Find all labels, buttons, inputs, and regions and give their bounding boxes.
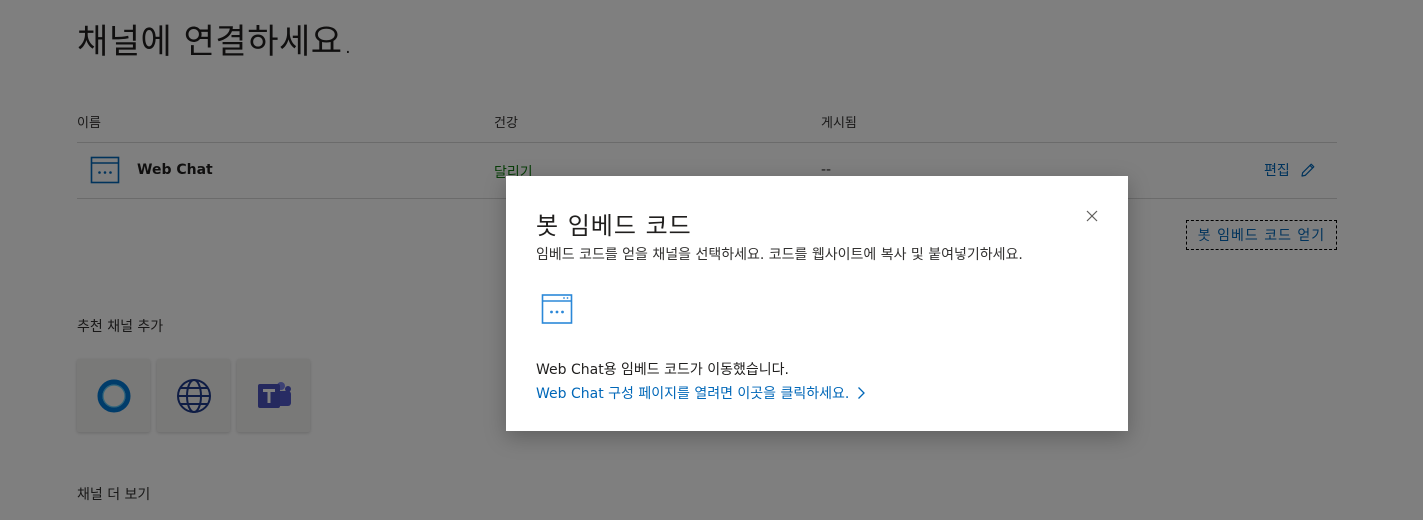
embed-moved-message: Web Chat용 임베드 코드가 이동했습니다. <box>536 362 789 378</box>
dialog-close-button[interactable] <box>1082 206 1102 226</box>
chevron-right-icon <box>858 387 866 399</box>
dialog-title: 봇 임베드 코드 <box>536 212 692 240</box>
embed-code-dialog: 봇 임베드 코드 임베드 코드를 얻을 채널을 선택하세요. 코드를 웹사이트에… <box>506 176 1128 431</box>
open-web-chat-config-link[interactable]: Web Chat 구성 페이지를 열려면 이곳을 클릭하세요. <box>536 383 866 403</box>
close-icon <box>1086 210 1098 222</box>
web-chat-config-link-text: Web Chat 구성 페이지를 열려면 이곳을 클릭하세요. <box>536 386 850 402</box>
web-chat-icon <box>541 294 573 324</box>
dialog-subtitle: 임베드 코드를 얻을 채널을 선택하세요. 코드를 웹사이트에 복사 및 붙여넣… <box>536 247 1023 263</box>
